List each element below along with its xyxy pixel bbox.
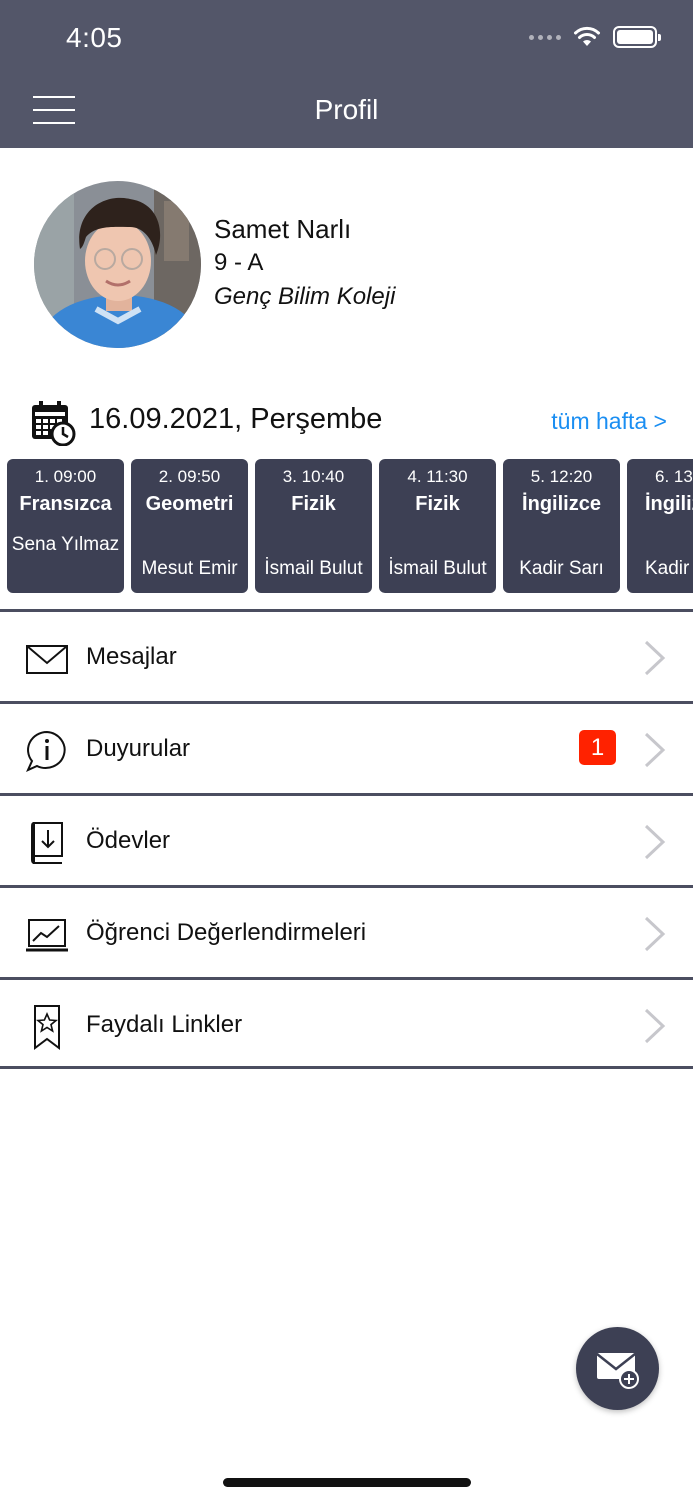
menu-item-evaluations[interactable]: Öğrenci Değerlendirmeleri [0, 885, 693, 977]
avatar [34, 181, 201, 348]
menu-item-homework[interactable]: Ödevler [0, 793, 693, 885]
date-row: 16.09.2021, Perşembe tüm hafta > [30, 400, 670, 446]
lesson-card[interactable]: 6. 13: İngiliz Kadir [627, 459, 693, 593]
lesson-card[interactable]: 3. 10:40 Fizik İsmail Bulut [255, 459, 372, 593]
lesson-time: 3. 10:40 [282, 467, 345, 486]
new-message-button[interactable] [576, 1327, 659, 1410]
book-download-icon [31, 822, 63, 864]
menu-item-label: Mesajlar [86, 643, 177, 670]
chart-board-icon [26, 919, 68, 952]
lesson-time: 6. 13: [655, 467, 693, 486]
lesson-time: 5. 12:20 [530, 467, 593, 486]
calendar-clock-icon [32, 401, 76, 446]
menu-item-label: Öğrenci Değerlendirmeleri [86, 919, 367, 946]
chevron-right-icon [644, 824, 666, 860]
lesson-subject: İngiliz [645, 493, 693, 515]
lesson-card[interactable]: 5. 12:20 İngilizce Kadir Sarı [503, 459, 620, 593]
menu-list: Mesajlar Duyurular 1 Ödevler Öğrenci Değ… [0, 609, 693, 1069]
chevron-right-icon [644, 916, 666, 952]
menu-item-useful-links[interactable]: Faydalı Linkler [0, 977, 693, 1069]
lesson-time: 1. 09:00 [34, 467, 97, 486]
menu-item-label: Ödevler [86, 827, 171, 854]
chevron-right-icon [644, 732, 666, 768]
lesson-teacher: Sena Yılmaz [11, 534, 120, 555]
wifi-icon [574, 26, 600, 46]
school-name: Genç Bilim Koleji [214, 283, 396, 310]
full-week-link[interactable]: tüm hafta > [551, 408, 667, 435]
lesson-subject: Fransızca [19, 493, 112, 515]
profile-info: Samet Narlı 9 - A Genç Bilim Koleji [214, 212, 395, 314]
lesson-subject: Fizik [291, 493, 336, 515]
notification-badge: 1 [579, 730, 616, 765]
lesson-schedule[interactable]: 1. 09:00 Fransızca Sena Yılmaz 2. 09:50 … [7, 459, 693, 593]
lesson-teacher: Kadir Sarı [519, 558, 604, 579]
page-title: Profil [314, 94, 379, 125]
student-class: 9 - A [214, 249, 264, 276]
battery-icon [613, 26, 661, 48]
lesson-teacher: Mesut Emir [141, 558, 238, 579]
status-time: 4:05 [66, 22, 123, 53]
lesson-card[interactable]: 2. 09:50 Geometri Mesut Emir [131, 459, 248, 593]
home-indicator [223, 1478, 471, 1487]
chevron-right-icon [644, 1008, 666, 1044]
lesson-teacher: İsmail Bulut [388, 558, 487, 579]
student-name: Samet Narlı [214, 214, 352, 244]
lesson-time: 2. 09:50 [158, 467, 221, 486]
lesson-subject: Geometri [145, 493, 234, 515]
menu-item-messages[interactable]: Mesajlar [0, 609, 693, 701]
lesson-subject: Fizik [415, 493, 460, 515]
signal-icon [529, 34, 561, 40]
menu-item-label: Faydalı Linkler [86, 1011, 243, 1038]
lesson-teacher: Kadir [645, 558, 690, 579]
compose-mail-icon [596, 1353, 639, 1389]
lesson-subject: İngilizce [522, 493, 601, 515]
menu-item-announcements[interactable]: Duyurular 1 [0, 701, 693, 793]
lesson-time: 4. 11:30 [407, 467, 468, 486]
lesson-card[interactable]: 4. 11:30 Fizik İsmail Bulut [379, 459, 496, 593]
menu-item-label: Duyurular [86, 735, 191, 762]
lesson-card[interactable]: 1. 09:00 Fransızca Sena Yılmaz [7, 459, 124, 593]
chevron-right-icon [644, 640, 666, 676]
envelope-icon [26, 645, 68, 674]
bookmark-star-icon [34, 1005, 60, 1050]
status-icons [529, 26, 661, 48]
info-bubble-icon [26, 730, 66, 772]
current-date: 16.09.2021, Perşembe [89, 403, 383, 435]
lesson-teacher: İsmail Bulut [264, 558, 363, 579]
app-header: 4:05 Profil [0, 0, 693, 148]
